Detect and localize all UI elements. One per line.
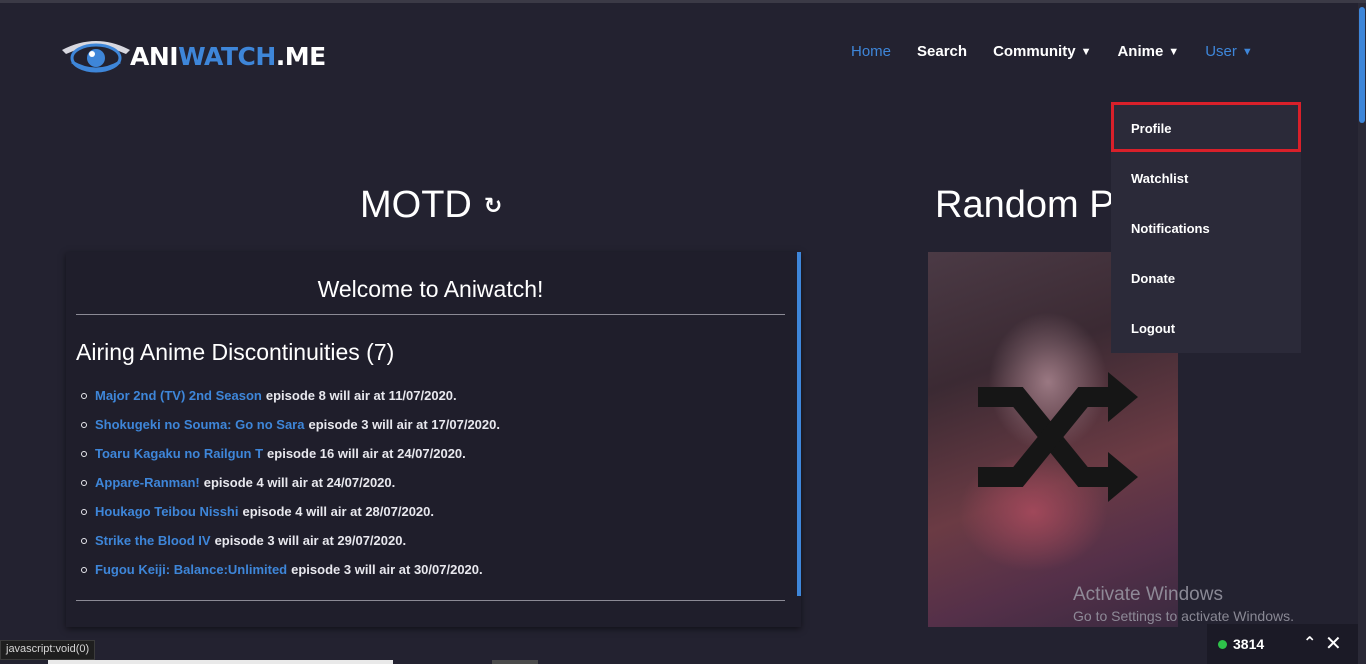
airing-text: episode 3 will air at 17/07/2020.: [308, 417, 500, 432]
top-border: [0, 0, 1366, 3]
airing-text: episode 4 will air at 24/07/2020.: [203, 475, 396, 490]
nav-community[interactable]: Community ▼: [993, 43, 1091, 60]
bullet-icon: [81, 479, 87, 486]
list-item: Strike the Blood IV episode 3 will air at…: [81, 526, 500, 555]
chevron-down-icon: ▼: [1168, 45, 1180, 58]
divider: [76, 314, 785, 315]
main-nav: Home Search Community ▼ Anime ▼ User ▼: [851, 43, 1253, 60]
list-item: Shokugeki no Souma: Go no Sara episode 3 …: [81, 410, 500, 439]
bullet-icon: [81, 421, 87, 428]
nav-home[interactable]: Home: [851, 43, 891, 60]
airing-text: episode 3 will air at 30/07/2020.: [291, 562, 483, 577]
scrollbar-thumb[interactable]: [1359, 7, 1365, 123]
chevron-up-icon[interactable]: ⌃: [1303, 633, 1316, 653]
airing-list: Major 2nd (TV) 2nd Season episode 8 will …: [81, 381, 500, 584]
refresh-icon[interactable]: ↻: [484, 193, 502, 219]
card-accent-bar: [797, 252, 801, 596]
bullet-icon: [81, 566, 87, 573]
site-logo[interactable]: ANIWATCH.ME: [60, 36, 326, 76]
motd-title: MOTD: [360, 184, 472, 226]
nav-user[interactable]: User ▼: [1205, 43, 1253, 60]
motd-card: Welcome to Aniwatch! Airing Anime Discon…: [66, 252, 801, 627]
menu-item-watchlist[interactable]: Watchlist: [1111, 153, 1301, 203]
close-icon[interactable]: ✕: [1325, 631, 1342, 656]
online-count: 3814: [1233, 636, 1265, 652]
shuffle-icon: [978, 372, 1138, 502]
nav-anime[interactable]: Anime ▼: [1117, 43, 1179, 60]
chevron-down-icon: ▼: [1241, 45, 1253, 58]
list-item: Houkago Teibou Nisshi episode 4 will air …: [81, 497, 500, 526]
taskbar-strip: [492, 660, 538, 664]
airing-text: episode 16 will air at 24/07/2020.: [267, 446, 466, 461]
nav-anime-label: Anime: [1117, 43, 1164, 60]
activate-title: Activate Windows: [1073, 584, 1223, 605]
random-heading: Random P: [935, 184, 1115, 226]
motd-welcome: Welcome to Aniwatch!: [317, 276, 544, 302]
menu-item-logout[interactable]: Logout: [1111, 303, 1301, 353]
airing-text: episode 8 will air at 11/07/2020.: [265, 388, 457, 403]
airing-text: episode 3 will air at 29/07/2020.: [214, 533, 407, 548]
divider: [76, 600, 785, 601]
list-item: Appare-Ranman! episode 4 will air at 24/0…: [81, 468, 500, 497]
taskbar-strip: [48, 660, 393, 664]
logo-me: .ME: [275, 41, 326, 71]
activate-windows-watermark: Activate Windows Go to Settings to activ…: [1073, 584, 1294, 624]
bullet-icon: [81, 508, 87, 515]
activate-subtitle: Go to Settings to activate Windows.: [1073, 608, 1294, 624]
online-users-widget: 3814 ⌃ ✕: [1207, 624, 1359, 664]
chevron-down-icon: ▼: [1080, 45, 1092, 58]
nav-user-label: User: [1205, 43, 1237, 60]
anime-link[interactable]: Toaru Kagaku no Railgun T: [95, 446, 263, 461]
bullet-icon: [81, 392, 87, 399]
browser-status-bar: javascript:void(0): [0, 640, 96, 660]
eye-logo-icon: [62, 41, 130, 73]
bullet-icon: [81, 450, 87, 457]
list-item: Fugou Keiji: Balance:Unlimited episode 3 …: [81, 555, 500, 584]
logo-watch: WATCH: [178, 41, 276, 71]
anime-link[interactable]: Shokugeki no Souma: Go no Sara: [95, 417, 304, 432]
nav-search-label: Search: [917, 43, 968, 60]
motd-heading: MOTD ↻: [360, 184, 502, 227]
user-dropdown-menu: Profile Watchlist Notifications Donate L…: [1111, 103, 1301, 353]
nav-search[interactable]: Search: [917, 43, 967, 60]
logo-text: ANIWATCH.ME: [130, 42, 326, 71]
anime-link[interactable]: Major 2nd (TV) 2nd Season: [95, 388, 262, 403]
bullet-icon: [81, 537, 87, 544]
list-item: Major 2nd (TV) 2nd Season episode 8 will …: [81, 381, 500, 410]
logo-ani: ANI: [130, 41, 179, 71]
list-item: Toaru Kagaku no Railgun T episode 16 will…: [81, 439, 500, 468]
airing-title: Airing Anime Discontinuities (7): [76, 339, 395, 365]
nav-community-label: Community: [993, 43, 1076, 60]
online-dot-icon: [1218, 639, 1227, 649]
nav-home-label: Home: [851, 43, 892, 60]
scrollbar[interactable]: [1358, 3, 1366, 664]
airing-text: episode 4 will air at 28/07/2020.: [242, 504, 435, 519]
menu-item-profile[interactable]: Profile: [1111, 103, 1301, 153]
anime-link[interactable]: Fugou Keiji: Balance:Unlimited: [95, 562, 287, 577]
anime-link[interactable]: Strike the Blood IV: [95, 533, 211, 548]
anime-link[interactable]: Appare-Ranman!: [95, 475, 200, 490]
menu-item-notifications[interactable]: Notifications: [1111, 203, 1301, 253]
anime-link[interactable]: Houkago Teibou Nisshi: [95, 504, 239, 519]
menu-item-donate[interactable]: Donate: [1111, 253, 1301, 303]
